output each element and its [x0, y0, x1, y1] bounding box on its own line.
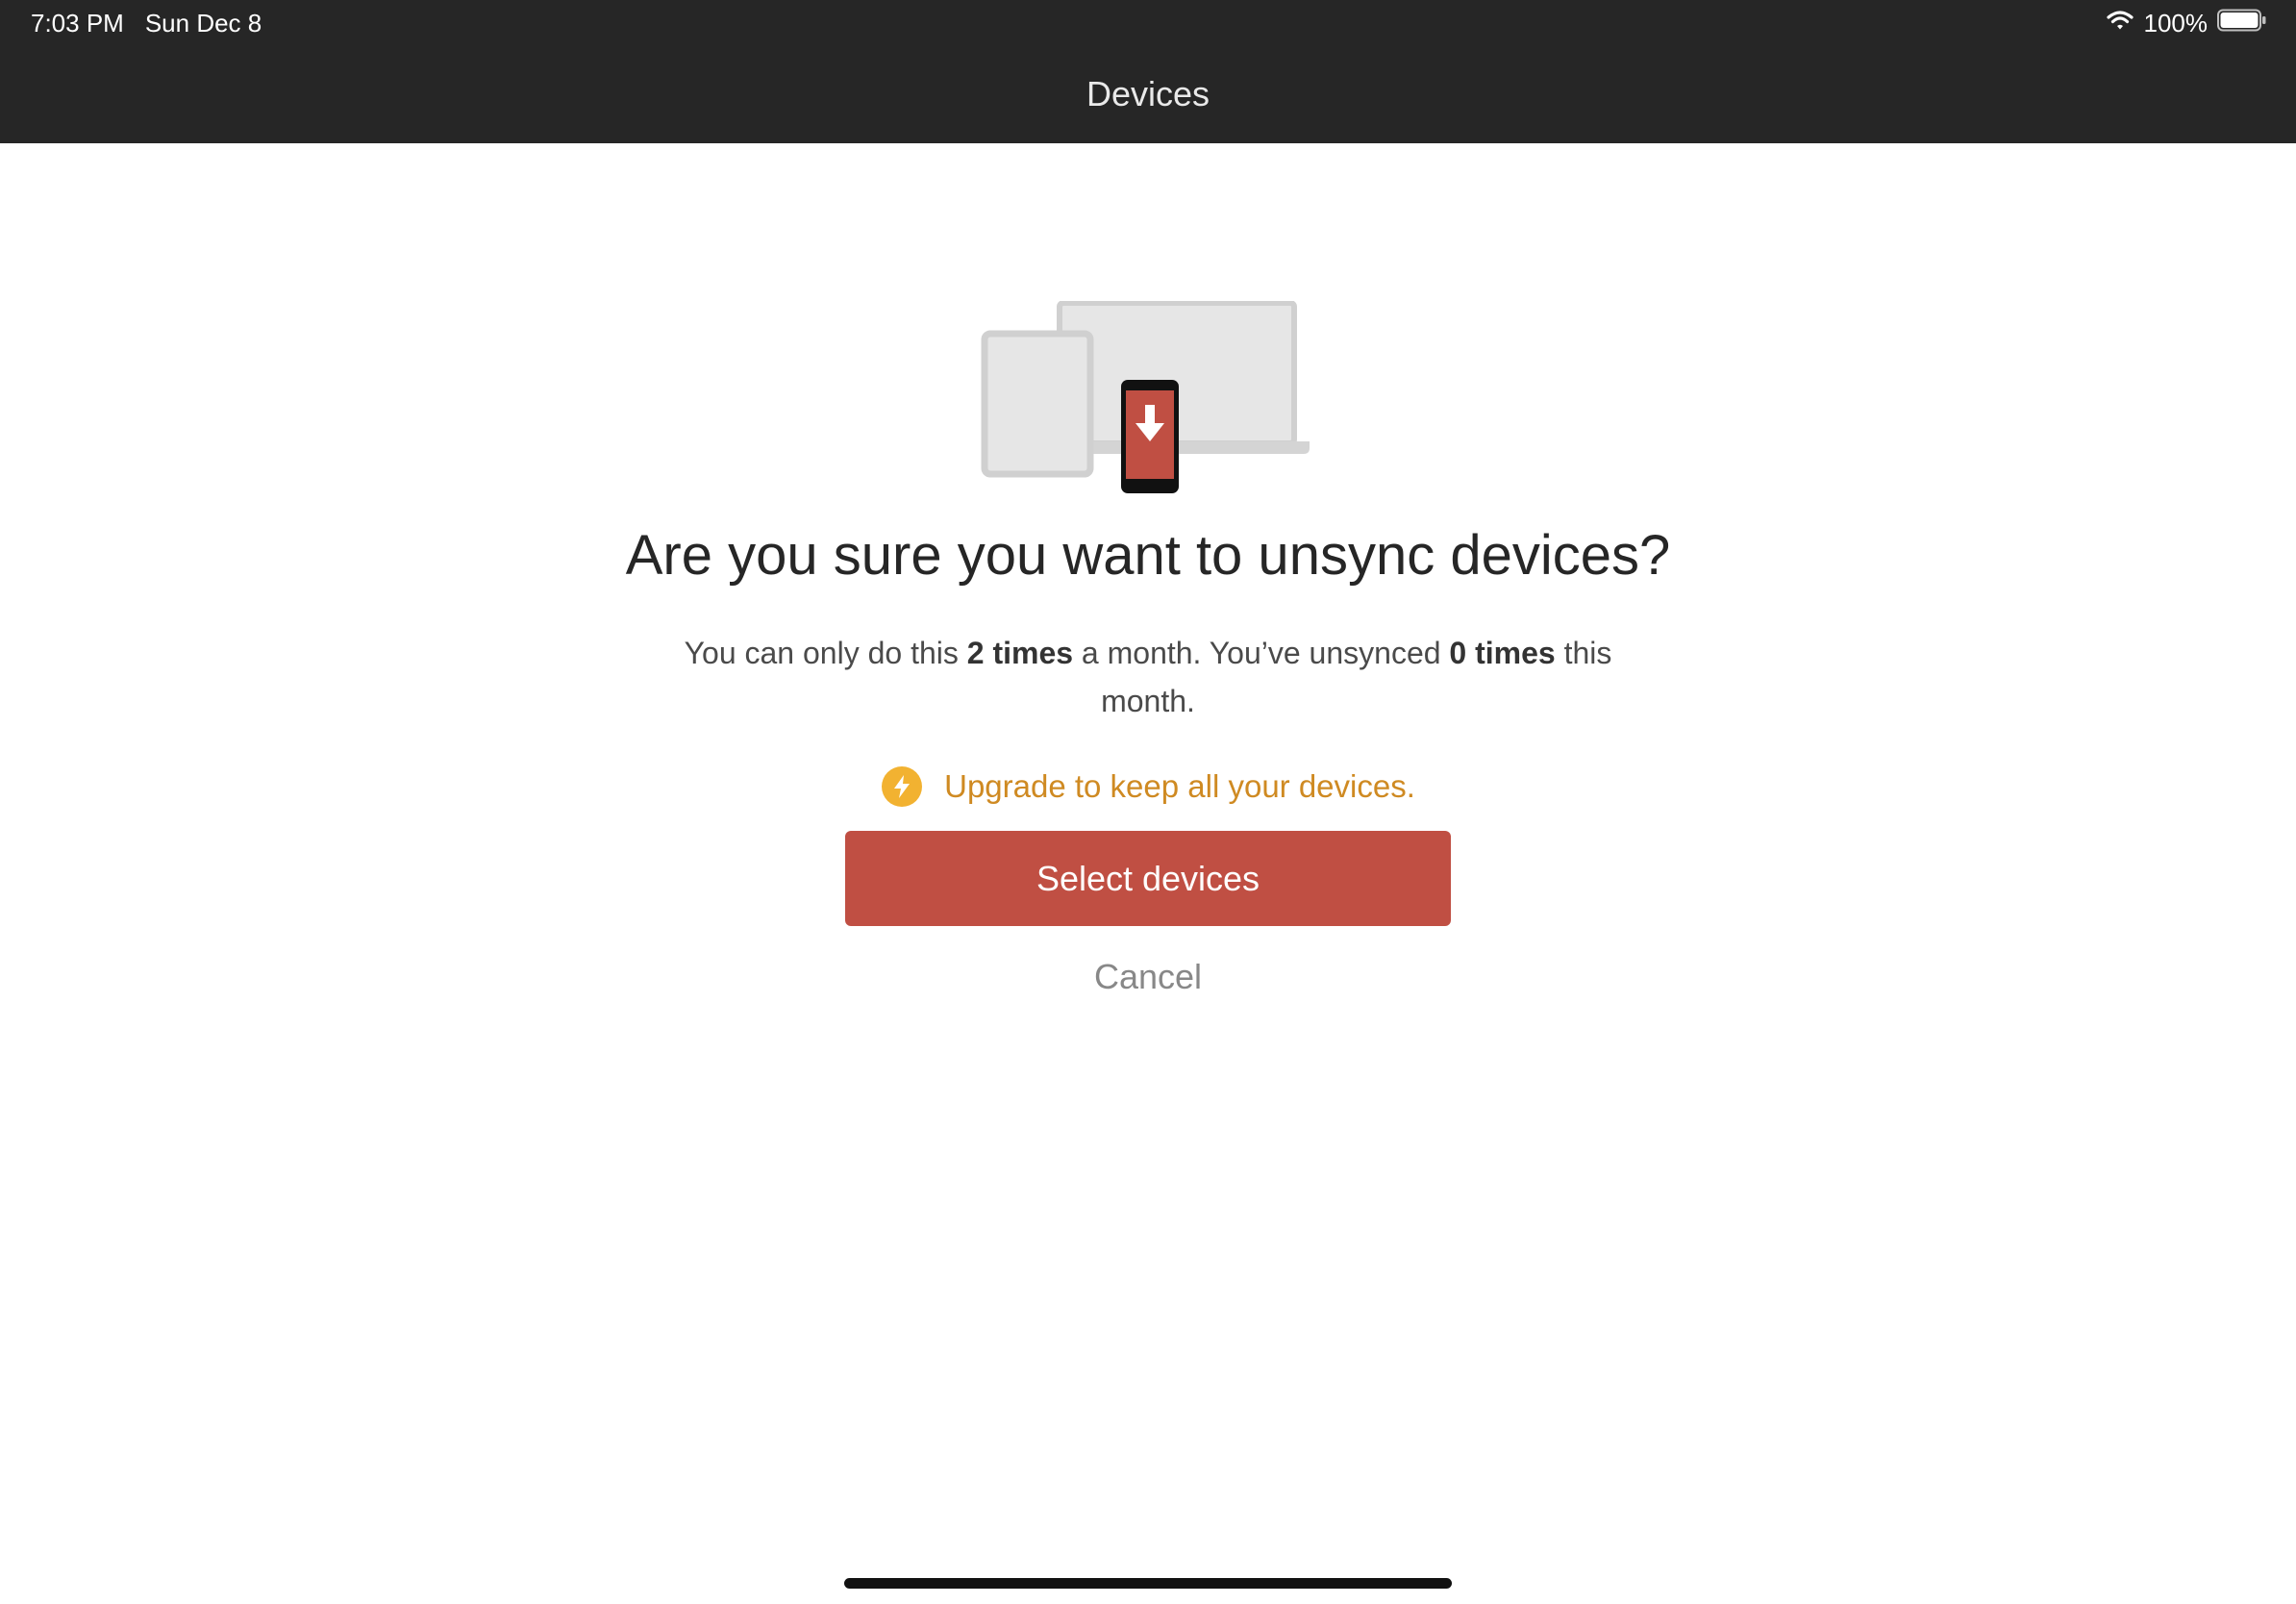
status-bar-right: 100% — [2106, 8, 2268, 38]
battery-percentage: 100% — [2143, 8, 2209, 38]
description-used-count: 0 times — [1449, 636, 1556, 670]
devices-unsync-illustration — [981, 300, 1312, 500]
top-bar: 7:03 PM Sun Dec 8 100% Devices — [0, 0, 2296, 143]
select-devices-button[interactable]: Select devices — [845, 831, 1451, 926]
battery-icon — [2217, 9, 2267, 38]
home-indicator — [844, 1578, 1452, 1589]
description-text: a month. You’ve unsynced — [1073, 636, 1450, 670]
nav-title: Devices — [1086, 74, 1210, 113]
upgrade-link-label[interactable]: Upgrade to keep all your devices. — [944, 765, 1415, 808]
upgrade-link[interactable]: Upgrade to keep all your devices. — [0, 765, 2296, 808]
description-limit-count: 2 times — [966, 636, 1074, 670]
dialog-headline: Are you sure you want to unsync devices? — [625, 524, 1671, 587]
dialog-description: You can only do this 2 times a month. Yo… — [667, 629, 1629, 725]
wifi-icon — [2106, 9, 2134, 38]
status-time: 7:03 PM — [31, 9, 124, 38]
lightning-bolt-icon — [881, 765, 923, 808]
cancel-button[interactable]: Cancel — [1004, 952, 1292, 1002]
status-bar-left: 7:03 PM Sun Dec 8 — [31, 8, 262, 38]
description-text: You can only do this — [684, 636, 967, 670]
status-date: Sun Dec 8 — [144, 9, 262, 38]
